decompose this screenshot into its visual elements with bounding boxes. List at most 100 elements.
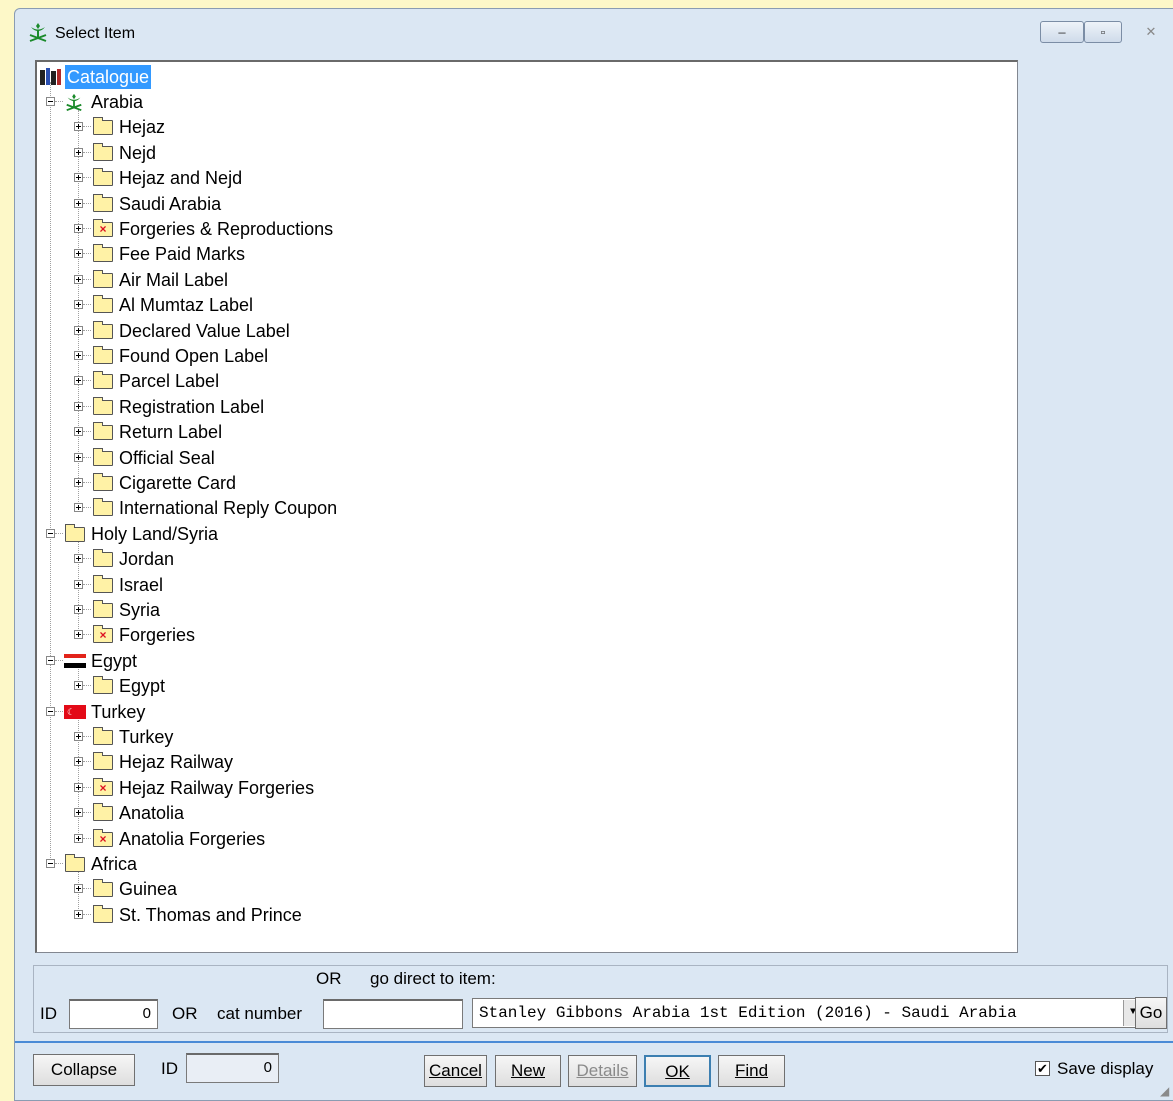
expand-toggle-icon[interactable]: [74, 681, 83, 691]
expand-toggle-icon[interactable]: [74, 147, 83, 157]
expand-toggle-icon[interactable]: [74, 452, 83, 462]
tree-node-label[interactable]: Found Open Label: [119, 344, 268, 368]
tree-node-label[interactable]: Official Seal: [119, 446, 215, 470]
go-button[interactable]: Go: [1135, 997, 1167, 1029]
tree-item-node[interactable]: Hejaz and Nejd: [37, 166, 937, 190]
tree-node-label[interactable]: Egypt: [91, 649, 137, 673]
tree-item-node[interactable]: Turkey: [37, 725, 937, 749]
tree-group-node[interactable]: Africa: [37, 852, 937, 876]
expand-toggle-icon[interactable]: [74, 401, 83, 411]
expand-toggle-icon[interactable]: [74, 325, 83, 335]
tree-item-node[interactable]: Nejd: [37, 141, 937, 165]
expand-toggle-icon[interactable]: [74, 300, 83, 310]
save-display-label[interactable]: Save display: [1057, 1059, 1153, 1079]
expand-toggle-icon[interactable]: [74, 884, 83, 894]
tree-item-node[interactable]: Saudi Arabia: [37, 192, 937, 216]
tree-node-label[interactable]: Arabia: [91, 90, 143, 114]
expand-toggle-icon[interactable]: [74, 909, 83, 919]
tree-root[interactable]: Catalogue: [37, 65, 237, 89]
tree-item-node[interactable]: Air Mail Label: [37, 268, 937, 292]
tree-item-node[interactable]: Cigarette Card: [37, 471, 937, 495]
tree-node-label[interactable]: Forgeries: [119, 623, 195, 647]
tree-node-label[interactable]: Holy Land/Syria: [91, 522, 218, 546]
expand-toggle-icon[interactable]: [74, 173, 83, 183]
tree-node-label[interactable]: Syria: [119, 598, 160, 622]
expand-toggle-icon[interactable]: [74, 478, 83, 487]
tree-item-node[interactable]: Israel: [37, 573, 937, 597]
tree-item-node[interactable]: Anatolia: [37, 801, 937, 825]
expand-toggle-icon[interactable]: [74, 833, 83, 843]
collapse-toggle-icon[interactable]: [46, 859, 55, 868]
tree-item-node[interactable]: Egypt: [37, 674, 937, 698]
tree-node-label[interactable]: Registration Label: [119, 395, 264, 419]
tree-item-node[interactable]: Guinea: [37, 877, 937, 901]
tree-node-label[interactable]: Forgeries & Reproductions: [119, 217, 333, 241]
expand-toggle-icon[interactable]: [74, 579, 83, 589]
tree-node-label[interactable]: Declared Value Label: [119, 319, 290, 343]
tree-item-node[interactable]: × Hejaz Railway Forgeries: [37, 776, 937, 800]
tree-node-label[interactable]: Fee Paid Marks: [119, 242, 245, 266]
expand-toggle-icon[interactable]: [74, 554, 83, 564]
tree-group-node[interactable]: Arabia: [37, 90, 937, 114]
tree-node-label[interactable]: Hejaz Railway Forgeries: [119, 776, 314, 800]
tree-node-label[interactable]: Hejaz and Nejd: [119, 166, 242, 190]
tree-node-label[interactable]: Hejaz: [119, 115, 165, 139]
tree-node-label[interactable]: Egypt: [119, 674, 165, 698]
expand-toggle-icon[interactable]: [74, 782, 83, 792]
tree-item-node[interactable]: Parcel Label: [37, 369, 937, 393]
expand-toggle-icon[interactable]: [74, 427, 83, 437]
tree-group-node[interactable]: ☾ Turkey: [37, 700, 937, 724]
tree-node-label[interactable]: Anatolia: [119, 801, 184, 825]
tree-item-node[interactable]: Official Seal: [37, 446, 937, 470]
tree-node-label[interactable]: Turkey: [91, 700, 145, 724]
tree-item-node[interactable]: × Anatolia Forgeries: [37, 827, 937, 851]
tree-node-label[interactable]: Return Label: [119, 420, 222, 444]
expand-toggle-icon[interactable]: [74, 274, 83, 284]
tree-node-label[interactable]: Israel: [119, 573, 163, 597]
cancel-button[interactable]: Cancel: [424, 1055, 487, 1087]
tree-item-node[interactable]: Syria: [37, 598, 937, 622]
tree-node-label[interactable]: Air Mail Label: [119, 268, 228, 292]
tree-item-node[interactable]: × Forgeries & Reproductions: [37, 217, 937, 241]
tree-item-node[interactable]: Declared Value Label: [37, 319, 937, 343]
tree-item-node[interactable]: Hejaz Railway: [37, 750, 937, 774]
save-display-checkbox[interactable]: ✔: [1035, 1061, 1050, 1076]
tree-root-label[interactable]: Catalogue: [65, 65, 152, 89]
details-button[interactable]: Details: [568, 1055, 637, 1087]
ok-button[interactable]: OK: [644, 1055, 711, 1087]
expand-toggle-icon[interactable]: [74, 757, 83, 767]
new-button[interactable]: New: [495, 1055, 561, 1087]
tree-node-label[interactable]: Africa: [91, 852, 137, 876]
tree-item-node[interactable]: × Forgeries: [37, 623, 937, 647]
tree-node-label[interactable]: International Reply Coupon: [119, 496, 337, 520]
expand-toggle-icon[interactable]: [74, 630, 83, 640]
tree-node-label[interactable]: St. Thomas and Prince: [119, 903, 302, 927]
collapse-toggle-icon[interactable]: [46, 706, 55, 716]
tree-item-node[interactable]: St. Thomas and Prince: [37, 903, 937, 927]
expand-toggle-icon[interactable]: [74, 224, 83, 233]
tree-item-node[interactable]: Found Open Label: [37, 344, 937, 368]
close-button[interactable]: ✕: [1124, 21, 1173, 43]
catalogue-tree[interactable]: Catalogue Arabia Hejaz Nejd Hejaz and Nejd S…: [35, 60, 1018, 953]
id-field[interactable]: 0: [69, 999, 158, 1029]
tree-node-label[interactable]: Cigarette Card: [119, 471, 236, 495]
expand-toggle-icon[interactable]: [74, 198, 83, 208]
expand-toggle-icon[interactable]: [74, 376, 83, 386]
tree-item-node[interactable]: Registration Label: [37, 395, 937, 419]
tree-node-label[interactable]: Jordan: [119, 547, 174, 571]
tree-node-label[interactable]: Saudi Arabia: [119, 192, 221, 216]
tree-item-node[interactable]: International Reply Coupon: [37, 496, 937, 520]
collapse-toggle-icon[interactable]: [46, 97, 55, 106]
maximize-button[interactable]: ▫: [1084, 21, 1122, 43]
find-button[interactable]: Find: [718, 1055, 785, 1087]
catalogue-select[interactable]: Stanley Gibbons Arabia 1st Edition (2016…: [472, 998, 1144, 1028]
tree-node-label[interactable]: Guinea: [119, 877, 177, 901]
tree-node-label[interactable]: Nejd: [119, 141, 156, 165]
resize-grip-icon[interactable]: ◢: [1160, 1084, 1173, 1098]
collapse-toggle-icon[interactable]: [46, 528, 55, 538]
tree-item-node[interactable]: Hejaz: [37, 115, 937, 139]
expand-toggle-icon[interactable]: [74, 122, 83, 132]
tree-item-node[interactable]: Jordan: [37, 547, 937, 571]
tree-node-label[interactable]: Turkey: [119, 725, 173, 749]
expand-toggle-icon[interactable]: [74, 732, 83, 741]
